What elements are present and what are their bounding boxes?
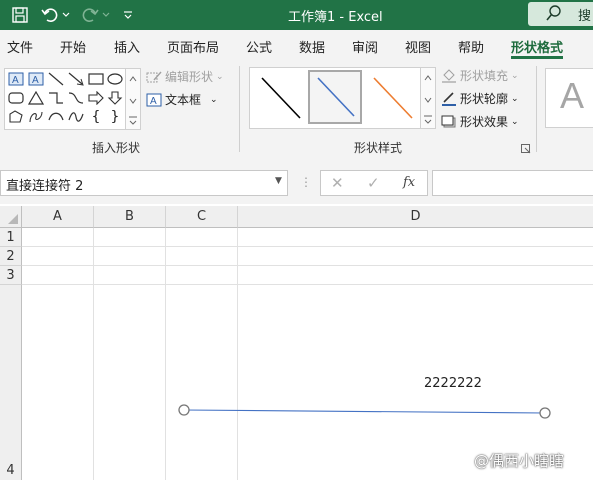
- tab-formulas[interactable]: 公式: [246, 37, 272, 56]
- curved-connector-shape-icon[interactable]: [67, 89, 85, 107]
- text-box-icon: A: [146, 93, 162, 107]
- worksheet-grid: A B C D 1 2 3 4 2222222 @偶西小瞎瞎: [0, 206, 593, 480]
- name-box-value: 直接连接符 2: [6, 179, 84, 194]
- oval-shape-icon[interactable]: [106, 70, 124, 88]
- shape-styles-group-label: 形状样式: [354, 141, 403, 155]
- undo-icon[interactable]: [40, 5, 60, 25]
- enter-check-icon[interactable]: ✓: [367, 174, 380, 192]
- rectangle-shape-icon[interactable]: [87, 70, 105, 88]
- name-box[interactable]: 直接连接符 2 ▼: [0, 170, 288, 196]
- text-box-button[interactable]: A 文本框 ⌄: [146, 91, 218, 108]
- dialog-launcher-icon[interactable]: [521, 143, 531, 154]
- right-brace-shape-icon[interactable]: }: [106, 108, 124, 126]
- title-bar: 工作簿1 - Excel 搜: [0, 0, 593, 30]
- chevron-down-icon: ⌄: [511, 116, 519, 127]
- connector-start-handle[interactable]: [178, 404, 190, 416]
- tab-view[interactable]: 视图: [405, 37, 431, 56]
- chevron-down-icon: ⌄: [210, 94, 218, 105]
- rounded-rectangle-shape-icon[interactable]: [7, 89, 25, 107]
- tab-insert[interactable]: 插入: [114, 37, 140, 56]
- shape-styles-gallery: [249, 67, 421, 129]
- wordart-letter: A: [560, 75, 585, 116]
- redo-dropdown-icon[interactable]: [100, 5, 112, 25]
- tab-file[interactable]: 文件: [7, 37, 33, 56]
- name-box-dropdown-icon[interactable]: ▼: [275, 176, 282, 186]
- shapes-gallery: A A {}: [4, 68, 128, 130]
- insert-function-icon[interactable]: fx: [403, 175, 415, 190]
- tab-page-layout[interactable]: 页面布局: [167, 37, 219, 56]
- group-separator: [239, 66, 240, 152]
- straight-connector-shape[interactable]: [0, 206, 593, 480]
- style-blue-line-selected[interactable]: [308, 70, 362, 124]
- search-box[interactable]: 搜: [528, 2, 593, 26]
- tab-review[interactable]: 审阅: [352, 37, 378, 56]
- search-label: 搜: [578, 9, 592, 24]
- textbox-shape-icon[interactable]: A: [7, 70, 25, 88]
- active-tab-underline: [511, 56, 563, 59]
- undo-dropdown-icon[interactable]: [60, 5, 72, 25]
- save-icon[interactable]: [10, 5, 30, 25]
- line-shape-icon[interactable]: [47, 70, 65, 88]
- pen-outline-icon: [442, 91, 456, 106]
- tab-data[interactable]: 数据: [299, 37, 325, 56]
- edit-shape-icon: [146, 71, 162, 82]
- shape-effects-button[interactable]: 形状效果 ⌄: [441, 113, 519, 130]
- shape-effects-icon: [441, 115, 456, 127]
- group-separator: [536, 66, 537, 152]
- svg-text:A: A: [12, 75, 19, 86]
- arrow-line-shape-icon[interactable]: [67, 70, 85, 88]
- arc-shape-icon[interactable]: [47, 108, 65, 126]
- search-icon: [546, 4, 562, 26]
- formula-splitter-icon[interactable]: ⋮: [300, 175, 312, 189]
- insert-shapes-group-label: 插入形状: [92, 141, 141, 155]
- formula-row: 直接连接符 2 ▼ ⋮ ✕ ✓ fx: [0, 160, 593, 204]
- formula-buttons: ✕ ✓ fx: [320, 170, 428, 196]
- elbow-connector-shape-icon[interactable]: [47, 89, 65, 107]
- tab-home[interactable]: 开始: [60, 37, 86, 56]
- formula-input[interactable]: [432, 170, 593, 196]
- window-title: 工作簿1 - Excel: [288, 10, 383, 25]
- chevron-down-icon: ⌄: [511, 93, 519, 104]
- tab-shape-format[interactable]: 形状格式: [511, 37, 563, 56]
- style-black-line[interactable]: [254, 72, 304, 122]
- shapes-gallery-scroll[interactable]: [125, 68, 141, 130]
- left-brace-shape-icon[interactable]: {: [87, 108, 105, 126]
- chevron-down-icon: ⌄: [216, 71, 224, 82]
- cancel-icon[interactable]: ✕: [331, 174, 344, 192]
- scribble-shape-icon[interactable]: [27, 108, 45, 126]
- shape-outline-button[interactable]: 形状轮廓 ⌄: [441, 90, 519, 107]
- connector-end-handle[interactable]: [539, 407, 551, 419]
- customize-qat-icon[interactable]: [118, 5, 138, 25]
- watermark: @偶西小瞎瞎: [474, 452, 565, 470]
- svg-text:A: A: [150, 96, 157, 107]
- paint-bucket-icon: [442, 68, 456, 83]
- svg-text:A: A: [32, 75, 39, 86]
- shape-effects-label: 形状效果: [460, 115, 509, 129]
- right-arrow-shape-icon[interactable]: [87, 89, 105, 107]
- freeform-shape-icon[interactable]: [7, 108, 25, 126]
- shape-outline-label: 形状轮廓: [460, 92, 509, 106]
- shape-fill-button[interactable]: 形状填充 ⌄: [441, 67, 519, 84]
- tab-help[interactable]: 帮助: [458, 37, 484, 56]
- ribbon: A A {} 编辑形状 ⌄ A 文本框 ⌄ 插入形状 形状填充 ⌄ 形状轮廓 …: [0, 60, 593, 161]
- wordart-style-gallery[interactable]: A: [545, 68, 593, 128]
- ribbon-tabs: 文件 开始 插入 页面布局 公式 数据 审阅 视图 帮助 形状格式: [0, 30, 593, 60]
- shape-fill-label: 形状填充: [460, 69, 509, 83]
- triangle-shape-icon[interactable]: [27, 89, 45, 107]
- down-arrow-shape-icon[interactable]: [106, 89, 124, 107]
- edit-shape-label: 编辑形状: [165, 70, 214, 84]
- redo-icon[interactable]: [80, 5, 100, 25]
- shape-styles-gallery-scroll[interactable]: [420, 67, 436, 129]
- connector-line[interactable]: [183, 409, 546, 414]
- style-orange-line[interactable]: [366, 72, 416, 122]
- chevron-down-icon: ⌄: [511, 70, 519, 81]
- text-box-label: 文本框: [165, 93, 202, 107]
- vertical-textbox-shape-icon[interactable]: A: [27, 70, 45, 88]
- edit-shape-button[interactable]: 编辑形状 ⌄: [146, 68, 224, 85]
- wave-shape-icon[interactable]: [67, 108, 85, 126]
